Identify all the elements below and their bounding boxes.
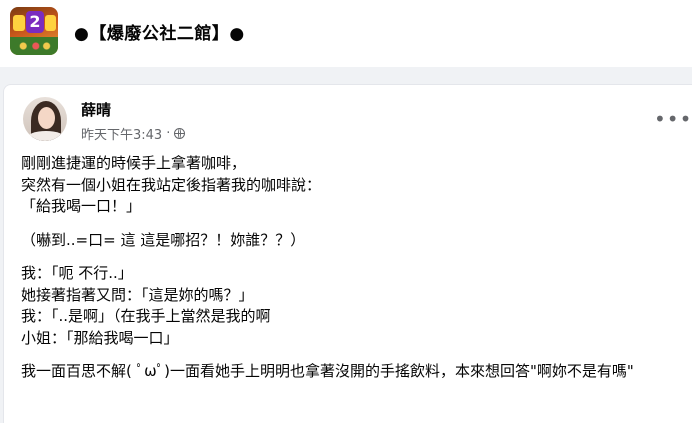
group-header: 2 ●【爆廢公社二館】●: [0, 0, 692, 67]
text-line: 她接著指著又問：「這是妳的嗎？」: [21, 285, 254, 304]
text-line: 突然有一個小姐在我站定後指著我的咖啡說：: [21, 175, 322, 194]
paragraph: （嚇到..=口= 這 這是哪招？！妳誰？？）: [21, 230, 681, 252]
paragraph: 我一面百思不解( ﾟωﾟ)一面看她手上明明也拿著沒開的手搖飲料，本來想回答"啊妳…: [21, 361, 681, 383]
group-avatar-icon[interactable]: 2: [10, 7, 58, 55]
text-line: 小姐：「那給我喝一口」: [21, 328, 179, 347]
author-avatar[interactable]: [23, 97, 67, 141]
author-name-link[interactable]: 薛晴: [81, 99, 111, 120]
icon-decoration: [13, 15, 25, 31]
text-line: （嚇到..=口= 這 這是哪招？！妳誰？？）: [21, 230, 306, 249]
avatar-face: [38, 107, 55, 129]
text-line: 剛剛進捷運的時候手上拿著咖啡，: [21, 154, 247, 172]
icon-number: 2: [26, 11, 44, 33]
text-line: 我：「呃 不行..」: [21, 264, 133, 282]
paragraph: 剛剛進捷運的時候手上拿著咖啡， 突然有一個小姐在我站定後指著我的咖啡說： 「給我…: [21, 153, 681, 218]
post-body: 剛剛進捷運的時候手上拿著咖啡， 突然有一個小姐在我站定後指著我的咖啡說： 「給我…: [21, 153, 681, 383]
text-line: 我：「..是啊」（在我手上當然是我的啊: [21, 307, 271, 325]
text-line: 我一面百思不解( ﾟωﾟ)一面看她手上明明也拿著沒開的手搖飲料，本來想回答"啊妳…: [21, 362, 634, 380]
post-meta: 昨天下午3:43 ·: [81, 124, 186, 143]
post-card: 薛晴 昨天下午3:43 · ••• 剛剛進捷運的時候手上拿著咖啡， 突然有一個小…: [3, 84, 692, 423]
globe-icon[interactable]: [174, 128, 186, 139]
post-timestamp-link[interactable]: 昨天下午3:43: [81, 124, 162, 143]
paragraph: 我：「呃 不行..」 她接著指著又問：「這是妳的嗎？」 我：「..是啊」（在我手…: [21, 263, 681, 349]
group-name-link[interactable]: ●【爆廢公社二館】●: [74, 19, 245, 44]
icon-decoration: [45, 15, 56, 31]
meta-separator: ·: [166, 126, 171, 141]
avatar-shoulder: [27, 131, 65, 141]
more-options-icon[interactable]: •••: [654, 109, 691, 129]
icon-decoration: [16, 41, 52, 51]
text-line: 「給我喝一口！」: [21, 197, 142, 215]
